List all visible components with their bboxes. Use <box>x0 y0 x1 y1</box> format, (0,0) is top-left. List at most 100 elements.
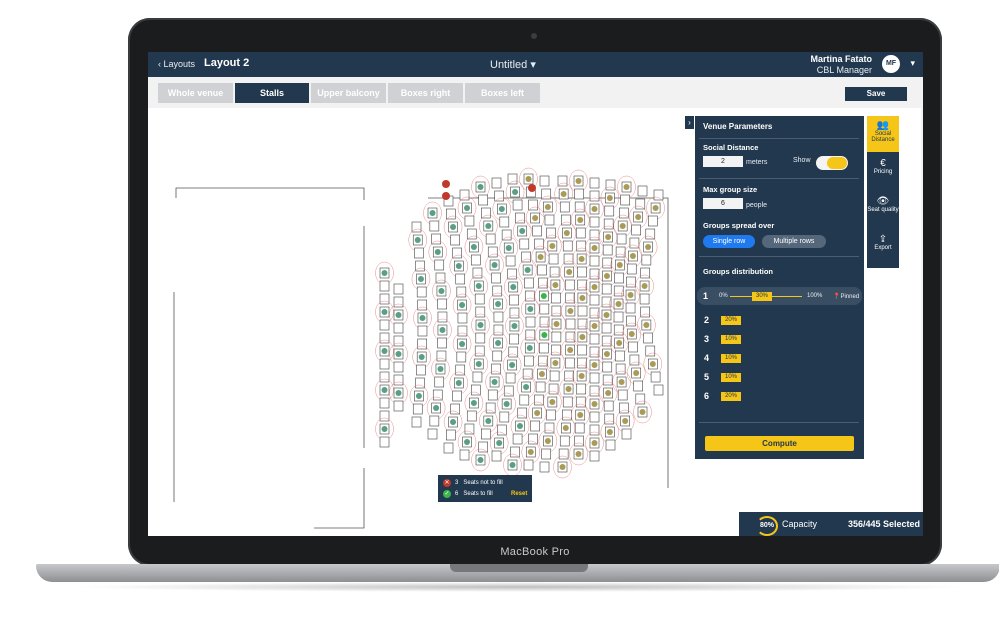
seat[interactable] <box>650 371 661 383</box>
seat[interactable] <box>437 298 447 310</box>
seat[interactable] <box>487 389 498 401</box>
seat[interactable] <box>456 351 467 363</box>
seat[interactable] <box>613 285 624 297</box>
seat[interactable] <box>639 293 650 305</box>
seat[interactable] <box>525 316 536 328</box>
seat[interactable] <box>626 315 636 327</box>
group-2-percent-badge[interactable]: 20% <box>721 316 741 325</box>
seat[interactable] <box>455 273 466 285</box>
seat[interactable] <box>509 307 520 319</box>
seat[interactable] <box>379 436 390 448</box>
seat[interactable] <box>589 385 600 397</box>
seat[interactable] <box>416 364 426 376</box>
seat[interactable] <box>564 370 575 382</box>
seat[interactable] <box>613 311 624 323</box>
seat[interactable] <box>602 244 613 256</box>
seat[interactable] <box>643 332 653 344</box>
seat[interactable] <box>538 277 548 289</box>
seat[interactable] <box>497 424 507 436</box>
seat[interactable] <box>459 449 470 461</box>
seat[interactable] <box>393 374 404 386</box>
seat[interactable] <box>605 179 616 191</box>
seat[interactable] <box>530 420 540 432</box>
chevron-right-icon[interactable]: › <box>685 116 694 129</box>
seat[interactable] <box>503 385 514 397</box>
seat[interactable] <box>478 441 488 453</box>
blocked-seat-marker[interactable] <box>528 184 536 192</box>
tab-boxes-left[interactable]: Boxes left <box>465 83 540 103</box>
seat[interactable] <box>640 267 650 279</box>
seat[interactable] <box>602 361 613 373</box>
seat[interactable] <box>551 305 562 317</box>
seat[interactable] <box>393 335 404 347</box>
seat[interactable] <box>565 318 576 330</box>
seat[interactable] <box>631 224 641 236</box>
seat[interactable] <box>604 413 615 425</box>
seat[interactable] <box>512 199 523 211</box>
seat[interactable] <box>603 218 614 230</box>
seat[interactable] <box>450 234 460 246</box>
seat[interactable] <box>475 306 486 318</box>
seat[interactable] <box>604 205 615 217</box>
seat[interactable] <box>414 247 424 259</box>
seat[interactable] <box>393 400 404 412</box>
seat[interactable] <box>577 357 587 369</box>
seat[interactable] <box>459 189 470 201</box>
seat[interactable] <box>620 194 630 206</box>
seat[interactable] <box>576 240 587 252</box>
seat[interactable] <box>485 402 496 414</box>
seat[interactable] <box>635 393 646 405</box>
seat[interactable] <box>379 280 390 292</box>
seat[interactable] <box>464 423 475 435</box>
seat[interactable] <box>501 229 512 241</box>
seat[interactable] <box>551 292 561 304</box>
show-distance-toggle[interactable] <box>816 156 848 170</box>
seat[interactable] <box>539 461 550 473</box>
seat[interactable] <box>549 370 560 382</box>
seat[interactable] <box>379 410 390 422</box>
seat[interactable] <box>559 435 570 447</box>
seat[interactable] <box>617 389 628 401</box>
seat[interactable] <box>379 397 390 409</box>
seat[interactable] <box>417 299 428 311</box>
seat[interactable] <box>537 264 547 276</box>
seat[interactable] <box>492 350 503 362</box>
seat[interactable] <box>515 212 525 224</box>
seat[interactable] <box>551 344 561 356</box>
seat[interactable] <box>481 207 491 219</box>
seat[interactable] <box>446 429 456 441</box>
tool-export[interactable]: ⇪ Export <box>867 230 899 266</box>
seat[interactable] <box>577 305 588 317</box>
seat[interactable] <box>429 220 440 232</box>
seat[interactable] <box>645 345 656 357</box>
seat[interactable] <box>602 374 613 386</box>
seat[interactable] <box>436 350 447 362</box>
seat[interactable] <box>621 428 632 440</box>
seat[interactable] <box>528 433 538 445</box>
seat[interactable] <box>648 215 658 227</box>
seat[interactable] <box>379 371 390 383</box>
seat[interactable] <box>616 233 627 245</box>
group-3-percent-badge[interactable]: 10% <box>721 335 741 344</box>
seat[interactable] <box>524 355 534 367</box>
seat[interactable] <box>564 279 575 291</box>
tab-stalls[interactable]: Stalls <box>235 83 309 103</box>
seat[interactable] <box>641 254 652 266</box>
seat[interactable] <box>446 208 456 220</box>
seat[interactable] <box>589 190 600 202</box>
tab-whole-venue[interactable]: Whole venue <box>158 83 233 103</box>
seat[interactable] <box>457 325 468 337</box>
seat[interactable] <box>574 201 585 213</box>
seat[interactable] <box>474 293 485 305</box>
seat[interactable] <box>499 216 510 228</box>
seat[interactable] <box>589 411 600 423</box>
seat[interactable] <box>601 322 612 334</box>
seat[interactable] <box>551 331 562 343</box>
seat[interactable] <box>494 190 504 202</box>
seat[interactable] <box>653 384 664 396</box>
seat[interactable] <box>492 285 503 297</box>
seat-grid[interactable] <box>375 167 665 479</box>
seat[interactable] <box>472 371 483 383</box>
seat[interactable] <box>524 277 534 289</box>
reset-button[interactable]: Reset <box>511 491 527 497</box>
